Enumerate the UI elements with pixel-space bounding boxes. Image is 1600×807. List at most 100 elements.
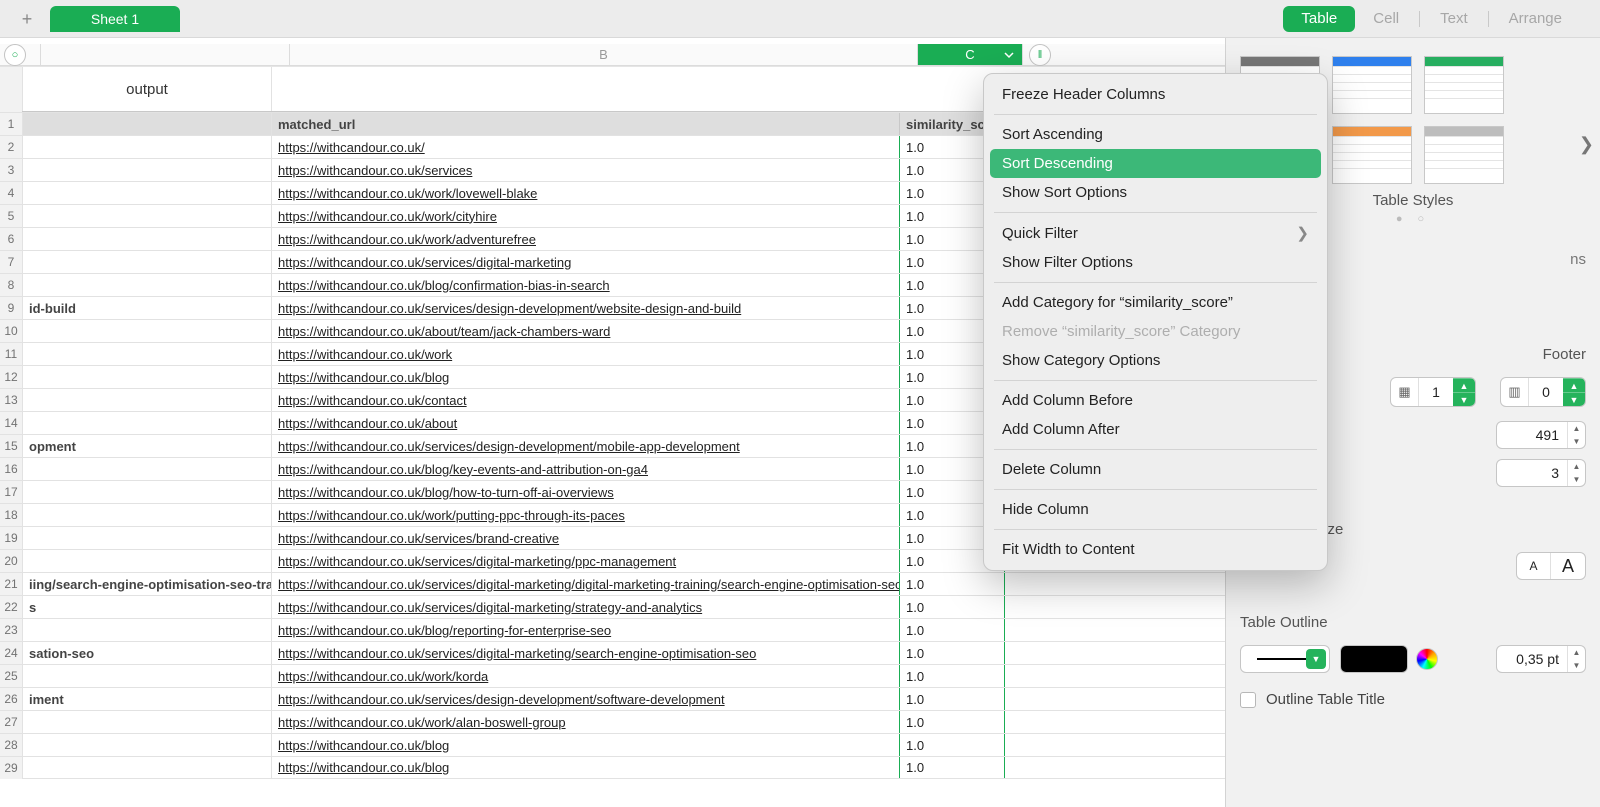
row-number[interactable]: 5 — [0, 204, 22, 227]
row-number[interactable]: 29 — [0, 756, 22, 779]
cell-c[interactable]: 1.0 — [900, 711, 1005, 733]
cell-a[interactable] — [22, 389, 272, 411]
rows-count-input[interactable]: 491 ▲▼ — [1496, 421, 1586, 449]
cm-sort-ascending[interactable]: Sort Ascending — [990, 120, 1321, 149]
cell-a[interactable]: iment — [22, 688, 272, 710]
cell-b[interactable]: https://withcandour.co.uk/services/desig… — [272, 435, 900, 457]
row-number[interactable]: 25 — [0, 664, 22, 687]
cell-b[interactable]: https://withcandour.co.uk/work — [272, 343, 900, 365]
cell-b[interactable]: https://withcandour.co.uk/blog/how-to-tu… — [272, 481, 900, 503]
cell-b[interactable]: https://withcandour.co.uk/work/putting-p… — [272, 504, 900, 526]
tab-cell[interactable]: Cell — [1355, 6, 1417, 32]
table-row[interactable]: imenthttps://withcandour.co.uk/services/… — [22, 687, 1225, 710]
column-header-a[interactable] — [40, 44, 290, 65]
row-number[interactable]: 27 — [0, 710, 22, 733]
cell-c[interactable]: 1.0 — [900, 642, 1005, 664]
row-number[interactable]: 4 — [0, 181, 22, 204]
table-row[interactable]: iing/search-engine-optimisation-seo-trai… — [22, 572, 1225, 595]
cell-b[interactable]: https://withcandour.co.uk/about/team/jac… — [272, 320, 900, 342]
row-number[interactable]: 8 — [0, 273, 22, 296]
cell-a[interactable] — [22, 159, 272, 181]
table-title[interactable]: output — [22, 67, 272, 111]
cell-a[interactable] — [22, 527, 272, 549]
row-number[interactable]: 28 — [0, 733, 22, 756]
chevron-down-icon[interactable] — [1002, 48, 1016, 62]
cell-a[interactable] — [22, 481, 272, 503]
step-down-icon[interactable]: ▼ — [1568, 435, 1585, 448]
cell-b[interactable]: https://withcandour.co.uk/blog/reporting… — [272, 619, 900, 641]
table-style-swatch[interactable] — [1332, 56, 1412, 114]
styles-next-icon[interactable]: ❯ — [1579, 134, 1594, 155]
cell-a[interactable] — [22, 320, 272, 342]
outline-table-title-row[interactable]: Outline Table Title — [1240, 691, 1586, 708]
cell-a[interactable]: opment — [22, 435, 272, 457]
row-number[interactable]: 20 — [0, 549, 22, 572]
step-down-icon[interactable]: ▼ — [1568, 473, 1585, 486]
table-row[interactable]: sation-seohttps://withcandour.co.uk/serv… — [22, 641, 1225, 664]
cell-c[interactable]: 1.0 — [900, 619, 1005, 641]
cell-a[interactable] — [22, 228, 272, 250]
row-number[interactable]: 3 — [0, 158, 22, 181]
table-style-swatch[interactable] — [1424, 56, 1504, 114]
cm-hide-column[interactable]: Hide Column — [990, 495, 1321, 524]
cell-c[interactable]: 1.0 — [900, 734, 1005, 756]
cell-b[interactable]: https://withcandour.co.uk/blog — [272, 757, 900, 778]
row-number[interactable]: 13 — [0, 388, 22, 411]
cell-b[interactable]: https://withcandour.co.uk/services/digit… — [272, 573, 900, 595]
cell-b[interactable]: https://withcandour.co.uk/work/lovewell-… — [272, 182, 900, 204]
cell-b[interactable]: https://withcandour.co.uk/blog/key-event… — [272, 458, 900, 480]
cell-b[interactable]: https://withcandour.co.uk/work/cityhire — [272, 205, 900, 227]
row-number[interactable]: 6 — [0, 227, 22, 250]
cell-a[interactable] — [22, 182, 272, 204]
row-number[interactable]: 15 — [0, 434, 22, 457]
row-number[interactable]: 19 — [0, 526, 22, 549]
font-size-large-button[interactable]: A — [1551, 553, 1585, 579]
footer-rows-stepper[interactable]: ▥ 0 ▲▼ — [1500, 377, 1586, 407]
cell-a[interactable] — [22, 366, 272, 388]
cell-a[interactable] — [22, 458, 272, 480]
row-number[interactable]: 9 — [0, 296, 22, 319]
color-wheel-icon[interactable] — [1416, 648, 1438, 670]
header-cell-a[interactable] — [22, 113, 272, 135]
cell-a[interactable]: iing/search-engine-optimisation-seo-trai… — [22, 573, 272, 595]
cell-a[interactable] — [22, 757, 272, 778]
cell-a[interactable] — [22, 274, 272, 296]
cell-a[interactable] — [22, 504, 272, 526]
cell-b[interactable]: https://withcandour.co.uk/services/desig… — [272, 688, 900, 710]
row-number[interactable]: 17 — [0, 480, 22, 503]
row-number[interactable]: 18 — [0, 503, 22, 526]
cell-a[interactable] — [22, 619, 272, 641]
row-number[interactable]: 10 — [0, 319, 22, 342]
table-row[interactable]: https://withcandour.co.uk/blog/reporting… — [22, 618, 1225, 641]
cell-b[interactable]: https://withcandour.co.uk/blog — [272, 366, 900, 388]
step-up-icon[interactable]: ▲ — [1563, 378, 1585, 392]
cm-add-category[interactable]: Add Category for “similarity_score” — [990, 288, 1321, 317]
cm-show-category-options[interactable]: Show Category Options — [990, 346, 1321, 375]
cell-c[interactable]: 1.0 — [900, 665, 1005, 687]
step-up-icon[interactable]: ▲ — [1568, 460, 1585, 473]
step-down-icon[interactable]: ▼ — [1568, 659, 1585, 672]
cell-b[interactable]: https://withcandour.co.uk/work/korda — [272, 665, 900, 687]
cell-a[interactable] — [22, 412, 272, 434]
cell-b[interactable]: https://withcandour.co.uk/blog/confirmat… — [272, 274, 900, 296]
cell-b[interactable]: https://withcandour.co.uk/about — [272, 412, 900, 434]
cell-b[interactable]: https://withcandour.co.uk/services/digit… — [272, 251, 900, 273]
outline-color-well[interactable] — [1340, 645, 1408, 673]
cell-a[interactable] — [22, 665, 272, 687]
cell-a[interactable] — [22, 711, 272, 733]
cols-count-input[interactable]: 3 ▲▼ — [1496, 459, 1586, 487]
step-up-icon[interactable]: ▲ — [1568, 646, 1585, 659]
table-style-swatch[interactable] — [1424, 126, 1504, 184]
cell-a[interactable] — [22, 136, 272, 158]
cell-b[interactable]: https://withcandour.co.uk/work/adventure… — [272, 228, 900, 250]
step-up-icon[interactable]: ▲ — [1568, 422, 1585, 435]
cell-a[interactable] — [22, 734, 272, 756]
checkbox[interactable] — [1240, 692, 1256, 708]
cell-a[interactable]: sation-seo — [22, 642, 272, 664]
cell-b[interactable]: https://withcandour.co.uk/services/digit… — [272, 596, 900, 618]
add-sheet-button[interactable]: + — [18, 10, 36, 28]
step-down-icon[interactable]: ▼ — [1453, 392, 1475, 406]
cm-quick-filter[interactable]: Quick Filter❯ — [990, 218, 1321, 248]
outline-style-select[interactable]: ▼ — [1240, 645, 1330, 673]
name-box-icon[interactable]: ○ — [4, 44, 26, 66]
